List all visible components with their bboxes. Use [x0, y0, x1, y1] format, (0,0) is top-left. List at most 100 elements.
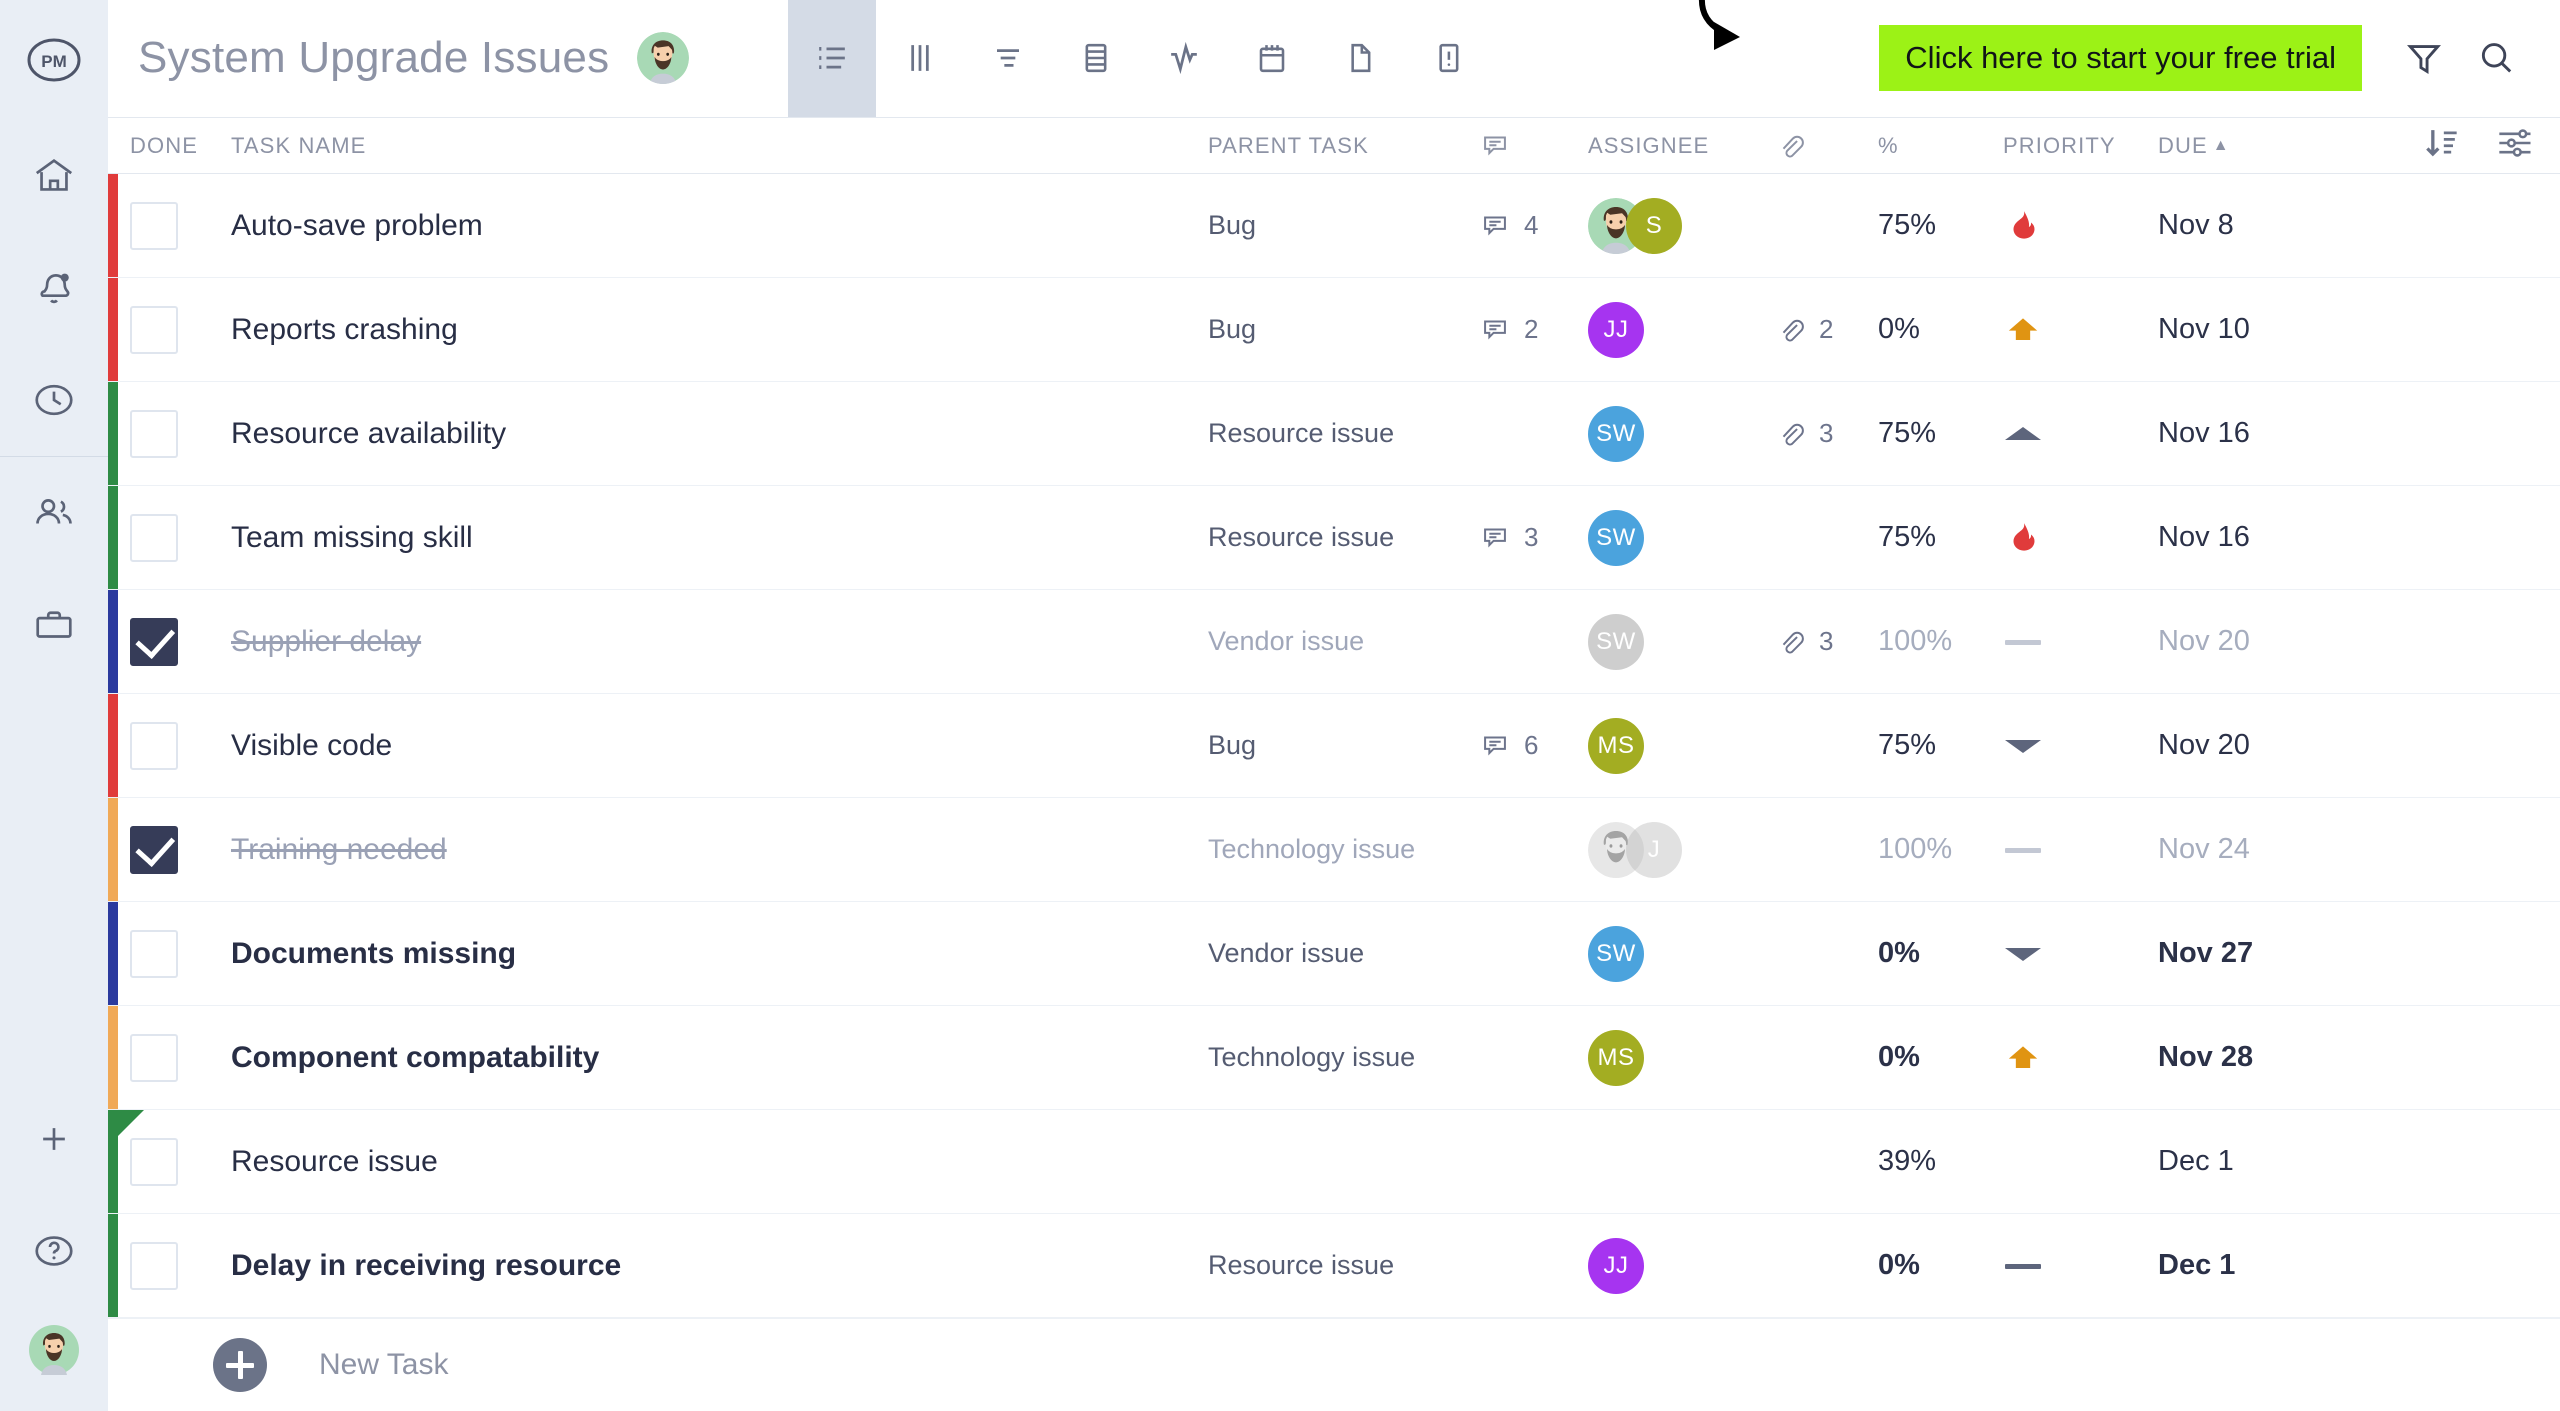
done-checkbox[interactable] [130, 721, 178, 770]
assignee-avatar[interactable]: MS [1588, 717, 1644, 774]
col-header-priority[interactable]: PRIORITY [2003, 118, 2158, 174]
row-percent-cell[interactable]: 0% [1878, 1041, 2003, 1074]
assignee-avatar[interactable]: S [1626, 197, 1682, 254]
row-parent-task-cell[interactable]: Resource issue [1208, 418, 1478, 449]
row-percent-cell[interactable]: 0% [1878, 1249, 2003, 1282]
row-assignee-cell[interactable]: SW [1588, 509, 1773, 566]
row-assignee-cell[interactable]: SW [1588, 405, 1773, 462]
row-priority-cell[interactable] [2003, 1038, 2158, 1078]
done-checkbox[interactable] [130, 825, 178, 874]
done-checkbox[interactable] [130, 409, 178, 458]
row-due-cell[interactable]: Nov 28 [2158, 1041, 2338, 1074]
sidebar-item-timesheets[interactable] [0, 344, 108, 456]
tab-sheet[interactable] [1052, 0, 1140, 117]
tab-list[interactable] [788, 0, 876, 117]
column-settings-button[interactable] [2492, 121, 2536, 171]
row-task-name-cell[interactable]: Component compatability [223, 1041, 1208, 1075]
row-task-name-cell[interactable]: Resource availability [223, 417, 1208, 451]
search-button[interactable] [2460, 22, 2532, 94]
tab-calendar[interactable] [1228, 0, 1316, 117]
sidebar-item-notifications[interactable] [0, 232, 108, 344]
row-due-cell[interactable]: Dec 1 [2158, 1249, 2338, 1282]
assignee-avatar[interactable]: J [1626, 821, 1682, 878]
row-assignee-cell[interactable]: MS [1588, 717, 1773, 774]
table-row[interactable]: Auto-save problem Bug 4 S 75% Nov 8 [108, 174, 2560, 279]
col-header-assignee[interactable]: ASSIGNEE [1588, 118, 1773, 174]
row-task-name-cell[interactable]: Resource issue [223, 1145, 1208, 1179]
row-due-cell[interactable]: Nov 16 [2158, 521, 2338, 554]
row-parent-task-cell[interactable]: Bug [1208, 314, 1478, 345]
tab-gantt[interactable] [964, 0, 1052, 117]
row-attachments-cell[interactable]: 3 [1773, 625, 1878, 659]
sidebar-item-account[interactable] [0, 1307, 108, 1393]
project-owner-avatar[interactable] [637, 32, 690, 85]
table-row[interactable]: Documents missing Vendor issue SW 0% Nov… [108, 902, 2560, 1007]
col-header-comments[interactable] [1478, 118, 1588, 174]
row-due-cell[interactable]: Nov 10 [2158, 313, 2338, 346]
sidebar-item-team[interactable] [0, 457, 108, 569]
row-priority-cell[interactable] [2003, 1259, 2158, 1273]
row-task-name-cell[interactable]: Visible code [223, 729, 1208, 763]
row-comments-cell[interactable]: 6 [1478, 729, 1588, 763]
table-row[interactable]: Delay in receiving resource Resource iss… [108, 1214, 2560, 1319]
table-row[interactable]: Supplier delay Vendor issue SW 3 100% No… [108, 590, 2560, 695]
row-attachments-cell[interactable]: 2 [1773, 313, 1878, 347]
row-assignee-cell[interactable]: SW [1588, 925, 1773, 982]
col-header-task-name[interactable]: TASK NAME [223, 118, 1208, 174]
col-header-percent[interactable]: % [1878, 118, 2003, 174]
row-due-cell[interactable]: Nov 24 [2158, 833, 2338, 866]
row-assignee-cell[interactable]: MS [1588, 1029, 1773, 1086]
assignee-avatar[interactable]: JJ [1588, 1237, 1644, 1294]
filter-button[interactable] [2388, 22, 2460, 94]
sort-button[interactable] [2420, 121, 2464, 171]
new-task-row[interactable]: New Task [108, 1318, 2560, 1411]
tab-issues[interactable] [1404, 0, 1492, 117]
row-comments-cell[interactable]: 2 [1478, 313, 1588, 347]
row-parent-task-cell[interactable]: Vendor issue [1208, 626, 1478, 657]
done-checkbox[interactable] [130, 1033, 178, 1082]
table-row[interactable]: Team missing skill Resource issue 3 SW 7… [108, 486, 2560, 591]
table-row[interactable]: Resource issue 39% Dec 1 [108, 1110, 2560, 1215]
row-task-name-cell[interactable]: Supplier delay [223, 625, 1208, 659]
row-task-name-cell[interactable]: Team missing skill [223, 521, 1208, 555]
add-task-icon[interactable] [213, 1338, 267, 1393]
table-row[interactable]: Training needed Technology issue J 100% … [108, 798, 2560, 903]
row-parent-task-cell[interactable]: Resource issue [1208, 522, 1478, 553]
row-priority-cell[interactable] [2003, 205, 2158, 247]
assignee-avatar[interactable]: MS [1588, 1029, 1644, 1086]
assignee-avatar[interactable]: SW [1588, 405, 1644, 462]
row-percent-cell[interactable]: 75% [1878, 729, 2003, 762]
row-task-name-cell[interactable]: Documents missing [223, 937, 1208, 971]
col-header-attachments[interactable] [1773, 118, 1878, 174]
table-row[interactable]: Visible code Bug 6 MS 75% Nov 20 [108, 694, 2560, 799]
row-percent-cell[interactable]: 0% [1878, 313, 2003, 346]
row-percent-cell[interactable]: 100% [1878, 833, 2003, 866]
row-parent-task-cell[interactable]: Technology issue [1208, 834, 1478, 865]
row-assignee-cell[interactable]: SW [1588, 613, 1773, 670]
assignee-avatar[interactable]: JJ [1588, 301, 1644, 358]
row-percent-cell[interactable]: 39% [1878, 1145, 2003, 1178]
row-priority-cell[interactable] [2003, 843, 2158, 857]
row-comments-cell[interactable]: 3 [1478, 521, 1588, 555]
row-priority-cell[interactable] [2003, 941, 2158, 967]
row-assignee-cell[interactable]: JJ [1588, 1237, 1773, 1294]
row-parent-task-cell[interactable]: Technology issue [1208, 1042, 1478, 1073]
row-due-cell[interactable]: Dec 1 [2158, 1145, 2338, 1178]
row-due-cell[interactable]: Nov 20 [2158, 625, 2338, 658]
row-task-name-cell[interactable]: Training needed [223, 833, 1208, 867]
row-parent-task-cell[interactable]: Vendor issue [1208, 938, 1478, 969]
done-checkbox[interactable] [130, 929, 178, 978]
assignee-avatar[interactable]: SW [1588, 925, 1644, 982]
table-row[interactable]: Reports crashing Bug 2 JJ 2 0% Nov 10 [108, 278, 2560, 383]
row-priority-cell[interactable] [2003, 421, 2158, 447]
row-assignee-cell[interactable]: J [1588, 821, 1773, 878]
done-checkbox[interactable] [130, 1241, 178, 1290]
sidebar-item-help[interactable] [0, 1195, 108, 1307]
row-percent-cell[interactable]: 75% [1878, 521, 2003, 554]
row-due-cell[interactable]: Nov 27 [2158, 937, 2338, 970]
row-task-name-cell[interactable]: Auto-save problem [223, 209, 1208, 243]
table-row[interactable]: Component compatability Technology issue… [108, 1006, 2560, 1111]
sidebar-item-add[interactable] [0, 1083, 108, 1195]
done-checkbox[interactable] [130, 617, 178, 666]
row-due-cell[interactable]: Nov 8 [2158, 209, 2338, 242]
